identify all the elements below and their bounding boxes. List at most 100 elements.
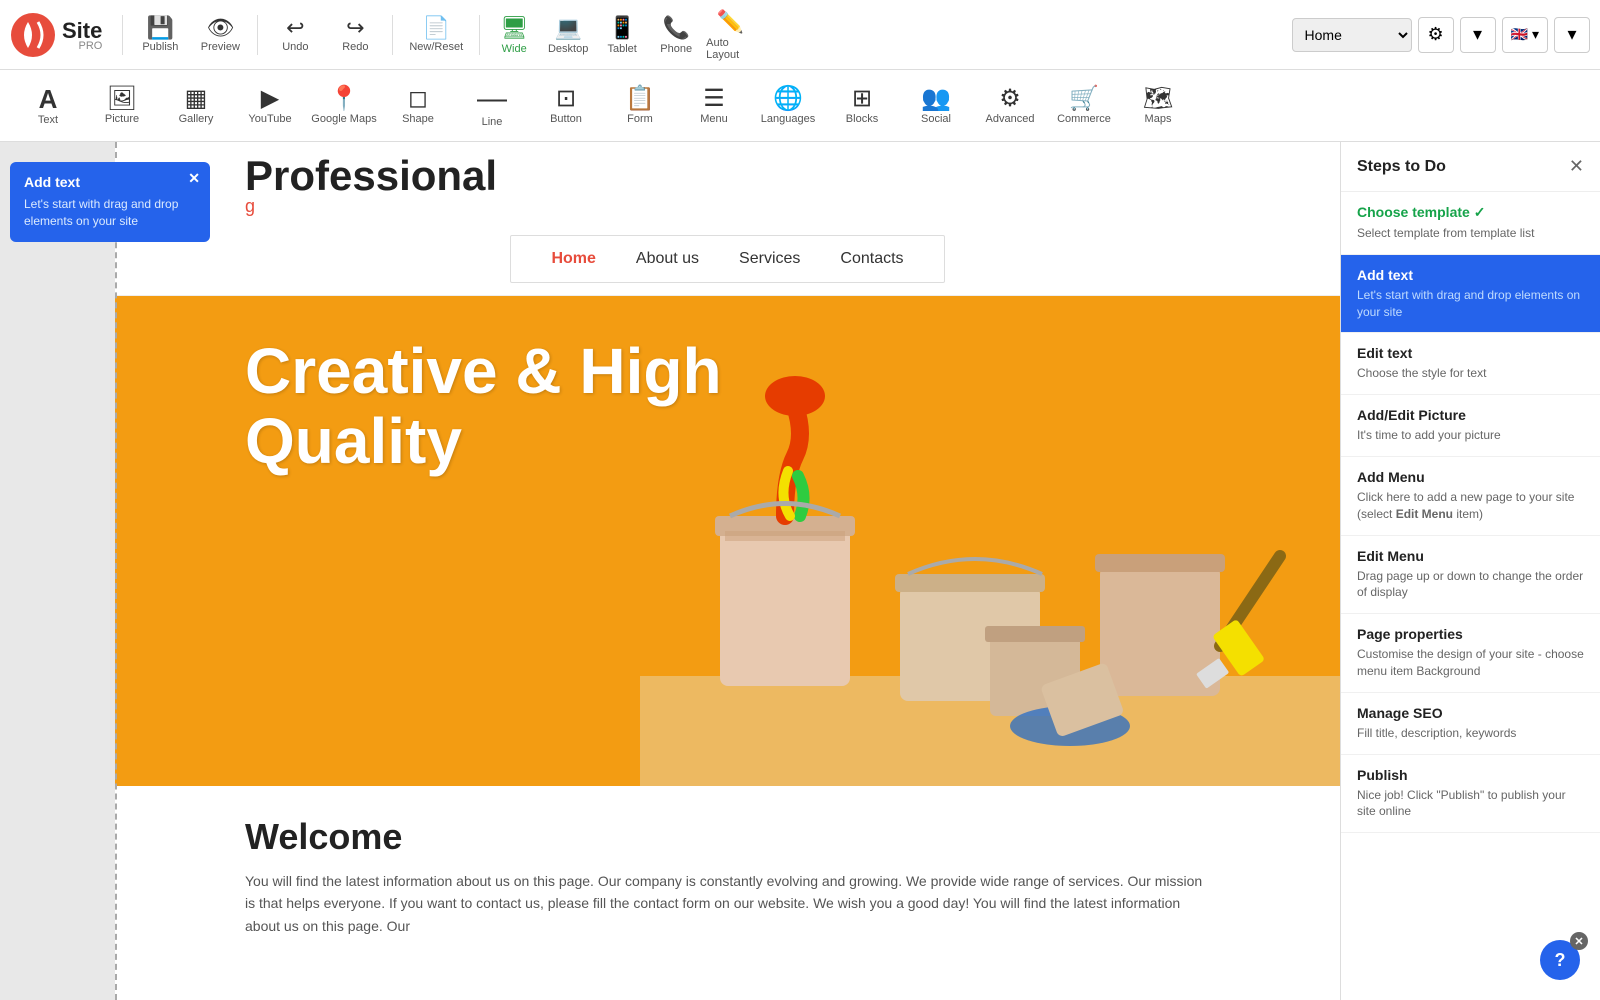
- step-publish[interactable]: Publish Nice job! Click "Publish" to pub…: [1341, 755, 1600, 834]
- line-icon: —: [477, 84, 507, 114]
- step-page-properties-title: Page properties: [1357, 626, 1584, 642]
- lang-expand-icon: ▾: [1567, 24, 1576, 45]
- wide-icon: 🖥: [500, 15, 528, 41]
- separator-3: [392, 15, 393, 55]
- flag-icon: 🇬🇧: [1511, 26, 1528, 43]
- topbar: Site PRO 💾 Publish 👁 Preview ↩ Undo ↪ Re…: [0, 0, 1600, 70]
- undo-button[interactable]: ↩ Undo: [268, 7, 322, 63]
- tablet-button[interactable]: 📱 Tablet: [598, 7, 646, 63]
- toolbar-menu[interactable]: ☰ Menu: [678, 74, 750, 138]
- main-area: ✕ Add text Let's start with drag and dro…: [0, 142, 1600, 1000]
- hero-headline: Creative & High Quality: [245, 336, 722, 477]
- desktop-label: Desktop: [548, 43, 588, 55]
- toolbar-languages[interactable]: 🌐 Languages: [752, 74, 824, 138]
- step-edit-menu[interactable]: Edit Menu Drag page up or down to change…: [1341, 536, 1600, 615]
- settings-dropdown-button[interactable]: ▾: [1460, 17, 1496, 53]
- phone-button[interactable]: 📞 Phone: [652, 7, 700, 63]
- hero-section: Creative & High Quality: [115, 296, 1340, 786]
- step-add-text-title: Add text: [1357, 267, 1584, 283]
- step-publish-title: Publish: [1357, 767, 1584, 783]
- social-icon: 👥: [921, 87, 951, 111]
- site-nav-inner: Home About us Services Contacts: [510, 235, 944, 283]
- step-choose-template-title: Choose template: [1357, 204, 1584, 221]
- toolbar-picture[interactable]: 🖼 Picture: [86, 74, 158, 138]
- toolbar-youtube[interactable]: ▶ YouTube: [234, 74, 306, 138]
- new-reset-label: New/Reset: [409, 41, 463, 53]
- preview-icon: 👁: [206, 17, 234, 39]
- site-preview: Professional g Home About us Services Co…: [115, 142, 1340, 1000]
- separator-2: [257, 15, 258, 55]
- toolbar-advanced[interactable]: ⚙ Advanced: [974, 74, 1046, 138]
- lang-dropdown-button[interactable]: ▾: [1554, 17, 1590, 53]
- nav-home[interactable]: Home: [551, 250, 595, 268]
- toolbar-gallery[interactable]: ▦ Gallery: [160, 74, 232, 138]
- toolbar-google-maps[interactable]: 📍 Google Maps: [308, 74, 380, 138]
- step-add-edit-picture[interactable]: Add/Edit Picture It's time to add your p…: [1341, 395, 1600, 457]
- auto-layout-label: Auto Layout: [706, 37, 754, 61]
- google-maps-icon: 📍: [329, 87, 359, 111]
- site-title: Professional: [245, 152, 1320, 200]
- toolbar-social[interactable]: 👥 Social: [900, 74, 972, 138]
- toolbar-shape[interactable]: ◻ Shape: [382, 74, 454, 138]
- toolbar-form[interactable]: 📋 Form: [604, 74, 676, 138]
- button-icon: ⊡: [556, 87, 576, 111]
- step-publish-desc: Nice job! Click "Publish" to publish you…: [1357, 787, 1584, 821]
- logo-site-text: Site: [62, 18, 102, 43]
- redo-label: Redo: [342, 41, 368, 53]
- language-selector[interactable]: 🇬🇧 ▾: [1502, 17, 1548, 53]
- step-add-menu[interactable]: Add Menu Click here to add a new page to…: [1341, 457, 1600, 536]
- toolbar-button[interactable]: ⊡ Button: [530, 74, 602, 138]
- help-button[interactable]: ✕ ?: [1540, 940, 1580, 980]
- desktop-button[interactable]: 💻 Desktop: [544, 7, 592, 63]
- auto-layout-icon: ✏️: [716, 9, 743, 35]
- gallery-icon: ▦: [185, 87, 208, 111]
- help-icon: ?: [1555, 950, 1566, 971]
- toolbar-maps[interactable]: 🗺 Maps: [1122, 74, 1194, 138]
- tablet-label: Tablet: [607, 43, 636, 55]
- phone-icon: 📞: [662, 15, 689, 41]
- redo-button[interactable]: ↪ Redo: [328, 7, 382, 63]
- step-choose-template-desc: Select template from template list: [1357, 225, 1584, 242]
- step-edit-text[interactable]: Edit text Choose the style for text: [1341, 333, 1600, 395]
- languages-icon: 🌐: [773, 87, 803, 111]
- element-toolbar: A Text 🖼 Picture ▦ Gallery ▶ YouTube 📍 G…: [0, 70, 1600, 142]
- canvas[interactable]: ✕ Add text Let's start with drag and dro…: [0, 142, 1340, 1000]
- page-select[interactable]: Home About us Services: [1292, 18, 1412, 52]
- toolbar-text[interactable]: A Text: [12, 74, 84, 138]
- preview-button[interactable]: 👁 Preview: [193, 7, 247, 63]
- add-text-tooltip: ✕ Add text Let's start with drag and dro…: [10, 162, 210, 242]
- steps-panel-close-button[interactable]: ✕: [1569, 156, 1584, 177]
- toolbar-blocks[interactable]: ⊞ Blocks: [826, 74, 898, 138]
- youtube-icon: ▶: [261, 87, 279, 111]
- site-navigation: Home About us Services Contacts: [115, 223, 1340, 296]
- lang-chevron-icon: ▾: [1532, 26, 1539, 43]
- step-edit-menu-title: Edit Menu: [1357, 548, 1584, 564]
- step-edit-text-title: Edit text: [1357, 345, 1584, 361]
- publish-button[interactable]: 💾 Publish: [133, 7, 187, 63]
- nav-services[interactable]: Services: [739, 250, 800, 268]
- step-edit-text-desc: Choose the style for text: [1357, 365, 1584, 382]
- publish-icon: 💾: [147, 17, 174, 39]
- preview-label: Preview: [201, 41, 240, 53]
- auto-layout-button[interactable]: ✏️ Auto Layout: [706, 7, 754, 63]
- text-icon: A: [39, 86, 58, 112]
- step-manage-seo[interactable]: Manage SEO Fill title, description, keyw…: [1341, 693, 1600, 755]
- tooltip-close-button[interactable]: ✕: [188, 170, 200, 187]
- step-page-properties[interactable]: Page properties Customise the design of …: [1341, 614, 1600, 693]
- steps-panel-title: Steps to Do: [1357, 158, 1446, 176]
- help-close-button[interactable]: ✕: [1570, 932, 1588, 950]
- new-reset-button[interactable]: 📄 New/Reset: [403, 7, 469, 63]
- step-manage-seo-title: Manage SEO: [1357, 705, 1584, 721]
- settings-button[interactable]: ⚙: [1418, 17, 1454, 53]
- nav-contacts[interactable]: Contacts: [840, 250, 903, 268]
- redo-icon: ↪: [346, 17, 364, 39]
- wide-button[interactable]: 🖥 Wide: [490, 7, 538, 63]
- welcome-body: You will find the latest information abo…: [245, 870, 1210, 937]
- site-header-area: Professional g: [115, 142, 1340, 223]
- step-add-text[interactable]: Add text Let's start with drag and drop …: [1341, 255, 1600, 334]
- step-choose-template[interactable]: Choose template Select template from tem…: [1341, 192, 1600, 255]
- toolbar-commerce[interactable]: 🛒 Commerce: [1048, 74, 1120, 138]
- nav-about[interactable]: About us: [636, 250, 699, 268]
- toolbar-line[interactable]: — Line: [456, 74, 528, 138]
- undo-label: Undo: [282, 41, 308, 53]
